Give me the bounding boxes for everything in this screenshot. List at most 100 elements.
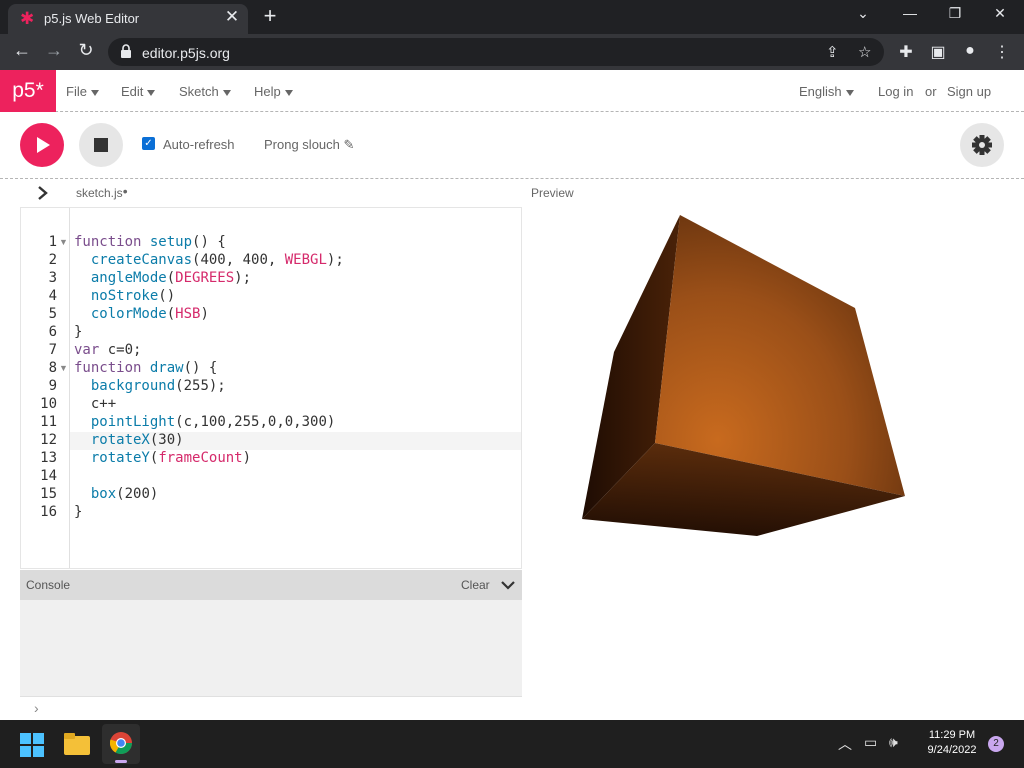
p5-logo[interactable]: p5* — [0, 70, 56, 112]
chrome-taskbar-button[interactable] — [102, 724, 140, 764]
clock-time: 11:29 PM — [928, 729, 976, 741]
line-number: 6 — [48, 324, 57, 340]
code-line: colorMode(HSB) — [90, 306, 209, 322]
menu-file-label: File — [66, 84, 87, 99]
console-header: Console Clear — [20, 570, 522, 600]
menu-help[interactable]: Help — [254, 84, 293, 99]
menu-edit[interactable]: Edit — [121, 84, 156, 99]
fold-icon[interactable]: ▼ — [59, 363, 68, 373]
chevron-down-icon — [147, 89, 156, 96]
reload-icon[interactable]: ↻ — [74, 40, 98, 61]
forward-icon[interactable]: → — [42, 40, 66, 61]
clock-date: 9/24/2022 — [927, 744, 977, 756]
file-tab[interactable]: sketch.js• — [76, 184, 128, 200]
preview-canvas[interactable] — [528, 207, 928, 607]
sketch-name[interactable]: Prong slouch ✎ — [264, 137, 354, 153]
tab-close-icon[interactable]: ✕ — [222, 7, 242, 27]
share-icon[interactable]: ⇪ — [826, 43, 839, 61]
pencil-icon[interactable]: ✎ — [344, 137, 355, 152]
line-number: 16 — [40, 504, 57, 520]
line-number: 10 — [40, 396, 57, 412]
chevron-down-icon — [222, 89, 231, 96]
chevron-down-icon — [90, 89, 99, 96]
line-number: 1 — [48, 234, 57, 250]
browser-tab[interactable]: ✱ p5.js Web Editor ✕ — [8, 4, 248, 34]
windows-start-icon[interactable] — [20, 733, 44, 757]
tab-search-icon[interactable]: ⌄ — [851, 5, 875, 22]
line-number: 4 — [48, 288, 57, 304]
play-button[interactable] — [20, 123, 64, 167]
console-output — [20, 600, 522, 696]
console-panel: Console Clear › — [20, 570, 522, 720]
login-link[interactable]: Log in — [878, 84, 913, 99]
browser-tab-strip: ✱ p5.js Web Editor ✕ + ⌄ — ❐ ✕ — [0, 0, 1024, 34]
code-line: background(255); — [90, 378, 226, 394]
tab-title: p5.js Web Editor — [44, 11, 140, 26]
fold-icon[interactable]: ▼ — [59, 237, 68, 247]
line-number: 12 — [40, 432, 57, 448]
volume-icon[interactable]: 🕪 — [889, 734, 898, 751]
taskbar: ︿ ▭ 🕪 11:29 PM 9/24/2022 2 — [0, 720, 1024, 768]
window-close-icon[interactable]: ✕ — [988, 5, 1012, 22]
line-number: 3 — [48, 270, 57, 286]
side-panel-icon[interactable]: ▣ — [928, 42, 948, 62]
active-app-indicator — [115, 760, 127, 763]
line-number: 7 — [48, 342, 57, 358]
play-icon — [37, 137, 50, 153]
bookmark-star-icon[interactable]: ☆ — [858, 43, 871, 61]
network-icon[interactable]: ▭ — [864, 734, 877, 751]
auto-refresh-label: Auto-refresh — [163, 137, 235, 152]
preview-label: Preview — [531, 186, 574, 200]
stop-button[interactable] — [79, 123, 123, 167]
console-input[interactable]: › — [20, 696, 522, 720]
signup-link[interactable]: Sign up — [947, 84, 991, 99]
chevron-down-icon[interactable] — [500, 578, 516, 592]
code-line: rotateX(30) — [90, 432, 184, 448]
restore-icon[interactable]: ❐ — [943, 5, 967, 22]
line-number: 11 — [40, 414, 57, 430]
code-line: var c=0; — [74, 342, 142, 358]
sidebar-toggle-button[interactable] — [20, 180, 69, 207]
system-clock[interactable]: 11:29 PM 9/24/2022 — [914, 728, 990, 758]
back-icon[interactable]: ← — [10, 40, 34, 61]
line-number: 9 — [48, 378, 57, 394]
language-select[interactable]: English — [799, 84, 854, 99]
editor-toolbar: ✓ Auto-refresh Prong slouch ✎ — [0, 113, 1024, 179]
new-tab-button[interactable]: + — [258, 3, 282, 29]
code-line: c++ — [90, 396, 117, 412]
chevron-up-icon[interactable]: ︿ — [838, 734, 852, 754]
auto-refresh-checkbox[interactable]: ✓ — [142, 137, 155, 150]
extensions-icon[interactable]: ✚ — [896, 42, 916, 62]
menu-file[interactable]: File — [66, 84, 99, 99]
browser-menu-icon[interactable]: ⋮ — [992, 42, 1012, 62]
file-explorer-icon[interactable] — [64, 733, 90, 755]
language-label: English — [799, 84, 842, 99]
address-bar-row: ← → ↻ editor.p5js.org ⇪ ☆ ✚ ▣ ● ⋮ — [0, 34, 1024, 70]
omnibox[interactable]: editor.p5js.org ⇪ ☆ — [108, 38, 884, 66]
notification-badge[interactable]: 2 — [988, 736, 1004, 752]
code-line: } — [74, 504, 83, 520]
stop-icon — [94, 138, 108, 152]
code-line: function setup() { — [74, 234, 226, 250]
minimize-icon[interactable]: — — [898, 5, 922, 21]
profile-icon[interactable]: ● — [960, 42, 980, 60]
code-line: function draw() { — [74, 360, 218, 376]
code-line: pointLight(c,100,255,0,0,300) — [90, 414, 336, 430]
chevron-down-icon — [845, 89, 854, 96]
line-number: 2 — [48, 252, 57, 268]
menu-help-label: Help — [254, 84, 281, 99]
line-number: 13 — [40, 450, 57, 466]
p5-favicon-icon: ✱ — [20, 9, 35, 28]
menu-sketch[interactable]: Sketch — [179, 84, 231, 99]
settings-button[interactable] — [960, 123, 1004, 167]
chevron-right-icon — [38, 186, 48, 200]
code-line: rotateY(frameCount) — [90, 450, 252, 466]
rendered-cube — [582, 215, 905, 536]
code-editor[interactable]: 1 2 3 4 5 6 7 8 9 10 11 12 13 14 15 16 ▼ ▼ function setup… — [20, 207, 522, 569]
line-number: 14 — [40, 468, 57, 484]
console-clear-button[interactable]: Clear — [461, 578, 490, 592]
or-text: or — [925, 84, 937, 99]
console-label: Console — [26, 578, 71, 592]
line-number-gutter: 1 2 3 4 5 6 7 8 9 10 11 12 13 14 15 16 ▼ ▼ — [21, 208, 70, 568]
console-prompt-icon: › — [34, 700, 39, 716]
